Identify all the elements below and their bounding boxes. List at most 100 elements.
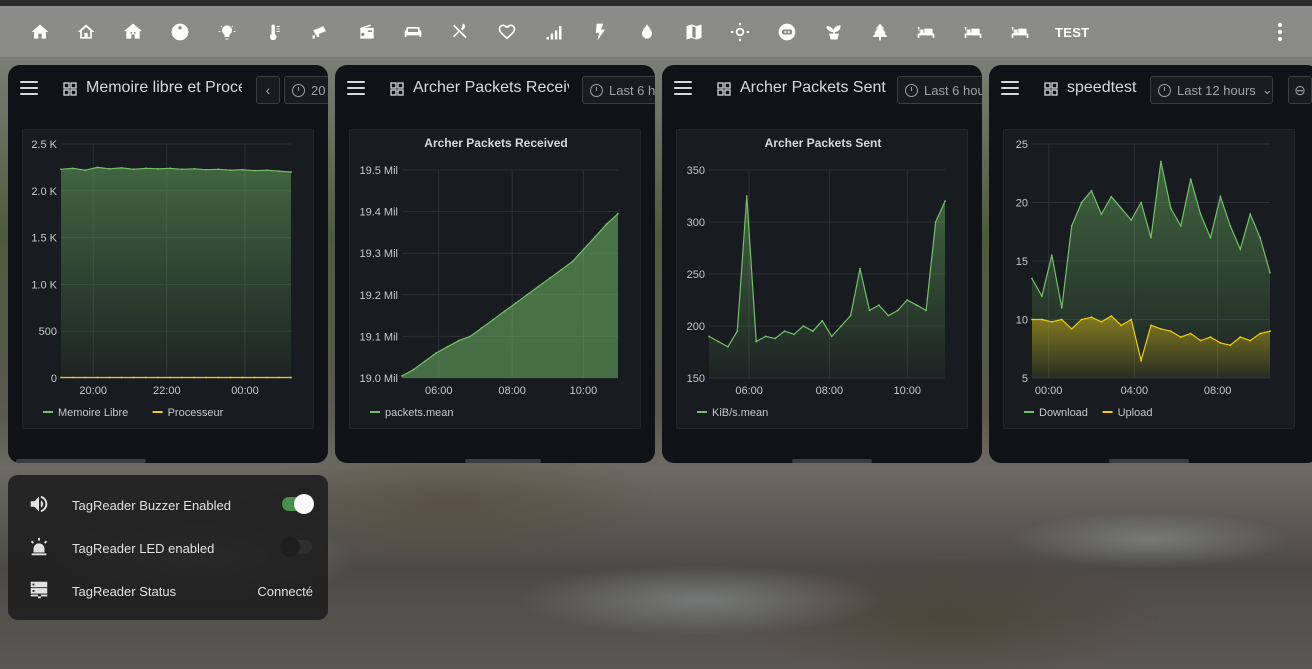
entity-row-buzzer[interactable]: TagReader Buzzer Enabled xyxy=(8,490,328,520)
chevron-down-icon: ⌄ xyxy=(1261,82,1273,97)
entity-row-led[interactable]: TagReader LED enabled xyxy=(8,533,328,563)
time-range-picker[interactable]: Last 6 hours xyxy=(582,76,655,104)
data-point xyxy=(821,319,824,322)
robot-vacuum-icon[interactable] xyxy=(168,20,192,44)
hamburger-menu-icon[interactable] xyxy=(1001,81,1019,95)
data-point xyxy=(1269,330,1271,333)
data-point xyxy=(1050,254,1053,257)
data-point xyxy=(1070,327,1073,330)
sofa-icon[interactable] xyxy=(401,20,425,44)
time-range-picker[interactable]: Last 12 hours ⌄ xyxy=(1150,76,1273,104)
y-tick-label: 300 xyxy=(687,217,705,229)
led-toggle[interactable] xyxy=(280,537,312,557)
legend-label: packets.mean xyxy=(385,407,453,419)
home-icon[interactable] xyxy=(28,20,52,44)
horizontal-scrollbar[interactable] xyxy=(1109,459,1189,463)
data-point xyxy=(229,376,232,379)
y-tick-label: 2.0 K xyxy=(31,186,57,198)
data-point xyxy=(253,169,256,172)
data-point xyxy=(193,376,196,379)
data-point xyxy=(1189,332,1192,335)
buzzer-toggle[interactable] xyxy=(282,494,314,514)
x-tick-label: 06:00 xyxy=(735,385,763,397)
time-range-picker[interactable]: Last 6 hours xyxy=(897,76,982,104)
data-point xyxy=(1259,332,1261,335)
data-point xyxy=(560,268,563,271)
robot-icon[interactable] xyxy=(775,20,799,44)
graph-svg: 0 500 1.0 K 1.5 K 2.0 K 2.5 K 20:00 22:00 00:00 M… xyxy=(31,139,292,419)
data-point xyxy=(1050,320,1053,323)
overflow-menu-icon[interactable] xyxy=(1270,20,1290,44)
clock-icon xyxy=(292,83,305,97)
y-tick-label: 500 xyxy=(39,326,57,338)
x-tick-label: 20:00 xyxy=(79,385,107,397)
home-group-icon[interactable] xyxy=(121,20,145,44)
data-point xyxy=(915,304,918,307)
bed-icon[interactable] xyxy=(914,20,938,44)
data-point xyxy=(120,166,123,169)
dashboard-grid-icon xyxy=(63,82,77,96)
entity-name: TagReader Status xyxy=(72,584,177,599)
pine-tree-icon[interactable] xyxy=(868,20,892,44)
map-icon[interactable] xyxy=(682,20,706,44)
view-toolbar: TEST xyxy=(0,6,1312,57)
data-point xyxy=(526,293,528,296)
data-point xyxy=(412,368,415,371)
time-back-button[interactable]: ‹ xyxy=(256,76,280,104)
entity-name: TagReader LED enabled xyxy=(72,541,215,556)
weather-sunny-icon[interactable] xyxy=(728,20,752,44)
hamburger-menu-icon[interactable] xyxy=(347,81,365,95)
tab-test[interactable]: TEST xyxy=(1055,25,1089,40)
bed-icon[interactable] xyxy=(961,20,985,44)
y-tick-label: 19.5 Mil xyxy=(359,165,398,177)
horizontal-scrollbar[interactable] xyxy=(792,459,872,463)
radio-icon[interactable] xyxy=(355,20,379,44)
zoom-out-button[interactable]: ⊖ xyxy=(1288,76,1312,104)
bed-icon[interactable] xyxy=(1008,20,1032,44)
horizontal-scrollbar[interactable] xyxy=(465,459,541,463)
data-point xyxy=(944,200,946,203)
data-point xyxy=(514,302,517,305)
y-tick-label: 350 xyxy=(687,165,705,177)
data-point xyxy=(1199,339,1202,342)
data-point xyxy=(1110,195,1113,198)
signal-icon[interactable] xyxy=(542,20,566,44)
data-point xyxy=(72,376,75,379)
card-header: Archer Packets Received Last 6 hours xyxy=(335,65,655,113)
horizontal-scrollbar[interactable] xyxy=(16,459,146,463)
x-tick-label: 10:00 xyxy=(570,385,598,397)
thermometer-icon[interactable] xyxy=(262,20,286,44)
data-point xyxy=(1070,225,1073,227)
x-tick-label: 22:00 xyxy=(153,385,181,397)
time-range-picker[interactable]: 20 xyxy=(284,76,328,104)
data-point xyxy=(934,221,937,223)
y-tick-label: 250 xyxy=(687,269,705,281)
data-point xyxy=(925,309,928,312)
volume-high-icon xyxy=(28,493,52,517)
x-tick-label: 08:00 xyxy=(498,385,526,397)
data-point xyxy=(582,248,585,250)
y-tick-label: 19.0 Mil xyxy=(359,373,398,385)
home-outline-icon[interactable] xyxy=(74,20,98,44)
cctv-icon[interactable] xyxy=(308,20,332,44)
data-point xyxy=(1031,277,1033,280)
data-point xyxy=(1080,201,1083,204)
hamburger-menu-icon[interactable] xyxy=(674,81,692,95)
x-tick-label: 08:00 xyxy=(1204,385,1232,397)
data-point xyxy=(156,167,159,170)
hamburger-menu-icon[interactable] xyxy=(20,81,38,95)
utensils-icon[interactable] xyxy=(448,20,472,44)
graph-svg: 5 10 15 20 25 00:00 04:00 08:00 Download Upload xyxy=(1016,139,1271,419)
sprout-icon[interactable] xyxy=(822,20,846,44)
x-tick-label: 08:00 xyxy=(816,385,844,397)
data-point xyxy=(878,304,880,307)
lightbulb-icon[interactable] xyxy=(215,20,239,44)
entity-row-status[interactable]: TagReader Status Connecté xyxy=(8,576,328,606)
water-drop-icon[interactable] xyxy=(635,20,659,44)
graph-svg: Archer Packets Received 19.0 Mil 19.1 Mil 1… xyxy=(359,136,619,419)
data-point xyxy=(717,340,720,343)
heart-icon[interactable] xyxy=(495,20,519,44)
flash-icon[interactable] xyxy=(588,20,612,44)
data-point xyxy=(205,376,208,379)
data-point xyxy=(1041,318,1043,321)
